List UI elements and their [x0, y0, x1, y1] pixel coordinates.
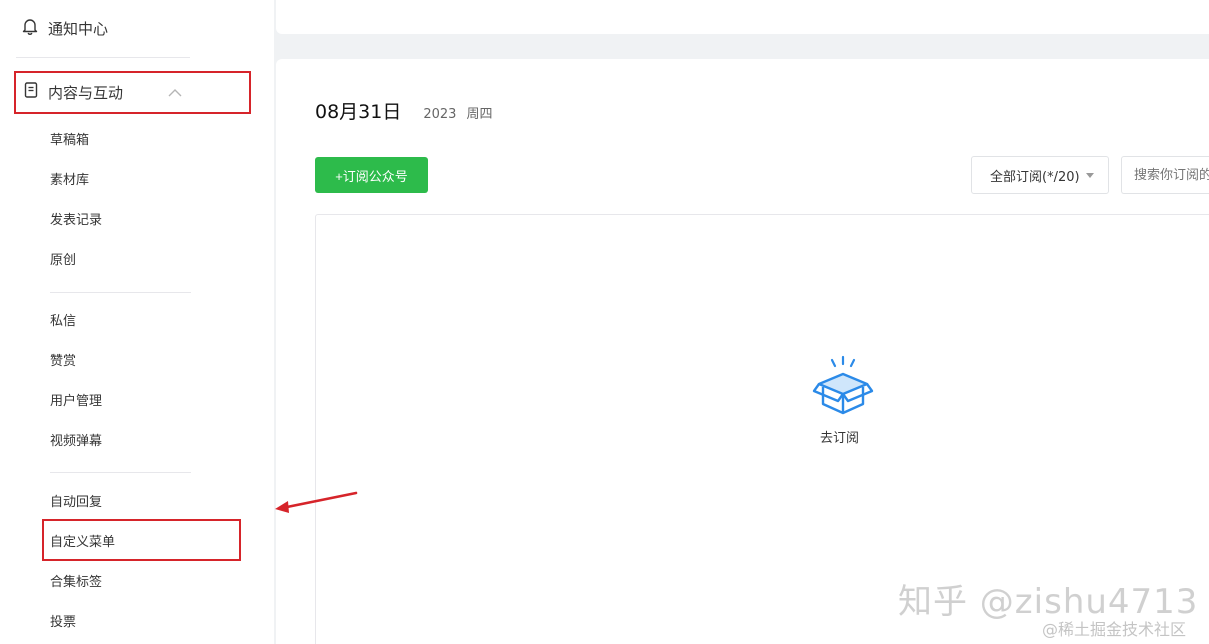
sidebar-item-auto-reply[interactable]: 自动回复 — [50, 493, 102, 513]
annotation-box-custom-menu — [42, 519, 241, 561]
sidebar-item-user-management[interactable]: 用户管理 — [50, 392, 102, 412]
divider — [16, 57, 190, 58]
sidebar-item-materials[interactable]: 素材库 — [50, 171, 89, 191]
sidebar-item-tips[interactable]: 赞赏 — [50, 352, 76, 372]
annotation-box-group — [14, 71, 251, 114]
sidebar-item-drafts[interactable]: 草稿箱 — [50, 131, 89, 151]
divider — [50, 292, 191, 293]
sidebar-item-video-danmaku[interactable]: 视频弹幕 — [50, 432, 102, 452]
subscribe-button[interactable]: +订阅公众号 — [315, 157, 428, 193]
main-panel: 08月31日 2023 周四 +订阅公众号 全部订阅(*/20) — [276, 59, 1209, 644]
year-label: 2023 — [423, 107, 457, 122]
subscription-filter-select[interactable]: 全部订阅(*/20) — [971, 156, 1109, 194]
sidebar-item-label: 通知中心 — [48, 19, 109, 38]
sidebar-item-publish-history[interactable]: 发表记录 — [50, 211, 102, 231]
open-box-icon[interactable] — [808, 354, 878, 422]
top-panel — [276, 0, 1209, 34]
arrow-annotation — [275, 491, 358, 513]
watermark-juejin: @稀土掘金技术社区 — [1042, 620, 1187, 639]
filter-label: 全部订阅(*/20) — [990, 169, 1080, 185]
sidebar: 通知中心 内容与互动 草稿箱 素材库 发表记录 原创 私信 赞赏 用户管理 视频… — [0, 0, 274, 644]
bell-icon — [22, 18, 38, 39]
sidebar-item-voting[interactable]: 投票 — [50, 613, 76, 633]
sidebar-item-notifications[interactable]: 通知中心 — [22, 14, 108, 42]
sidebar-item-collection-tags[interactable]: 合集标签 — [50, 573, 102, 593]
sidebar-item-original[interactable]: 原创 — [50, 251, 76, 271]
weekday-label: 周四 — [466, 107, 493, 122]
caret-down-icon — [1086, 173, 1094, 178]
empty-state-label[interactable]: 去订阅 — [820, 427, 859, 446]
date-label: 08月31日 — [315, 101, 402, 123]
divider — [50, 472, 191, 473]
search-input[interactable] — [1121, 156, 1209, 194]
sidebar-item-messages[interactable]: 私信 — [50, 312, 76, 332]
date-header: 08月31日 2023 周四 — [315, 97, 492, 124]
